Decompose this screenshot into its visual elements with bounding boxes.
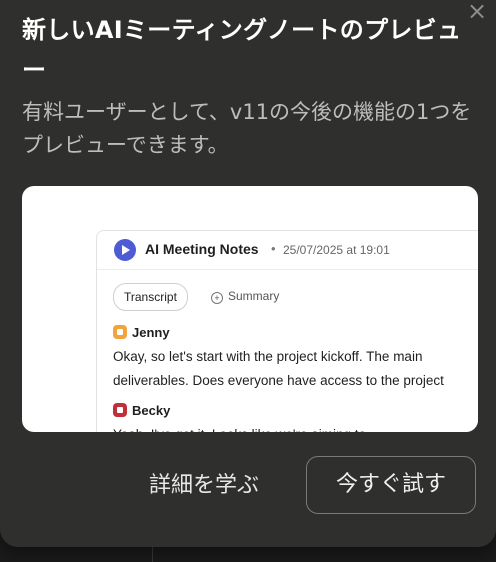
feature-preview-dialog: × 新しいAIミーティングノートのプレビュー 有料ユーザーとして、v11の今後の… [0,0,496,547]
dialog-title: 新しいAIミーティングノートのプレビュー [22,16,462,84]
speaker-name: Jenny [132,325,170,340]
speaker-name: Becky [132,403,171,418]
transcript-line: deliverables. Does everyone have access … [113,373,444,388]
avatar [113,403,127,417]
learn-more-button[interactable]: 詳細を学ぶ [130,458,278,514]
feature-preview-image: AI Meeting Notes • 25/07/2025 at 19:01 T… [22,186,478,432]
meeting-date: 25/07/2025 at 19:01 [283,243,390,257]
speaker-jenny: Jenny [113,325,170,343]
card-header: AI Meeting Notes • 25/07/2025 at 19:01 [97,231,478,270]
dialog-subtitle: 有料ユーザーとして、v11の今後の機能の1つをプレビューできます。 [22,100,472,157]
tab-summary-label: Summary [228,289,280,303]
try-now-button[interactable]: 今すぐ試す [306,456,476,514]
transcript-line: Okay, so let's start with the project ki… [113,349,423,364]
add-circle-icon: + [211,292,223,304]
meeting-notes-card: AI Meeting Notes • 25/07/2025 at 19:01 T… [96,230,478,432]
tab-summary: + Summary [211,283,279,309]
play-icon [114,239,136,261]
avatar [113,325,127,339]
speaker-becky: Becky [113,403,170,421]
meeting-notes-title: AI Meeting Notes [145,241,259,257]
transcript-line: Yeah, I've got it. Looks like we're aimi… [113,423,478,432]
separator-dot: • [271,241,276,256]
tab-transcript: Transcript [113,283,188,311]
